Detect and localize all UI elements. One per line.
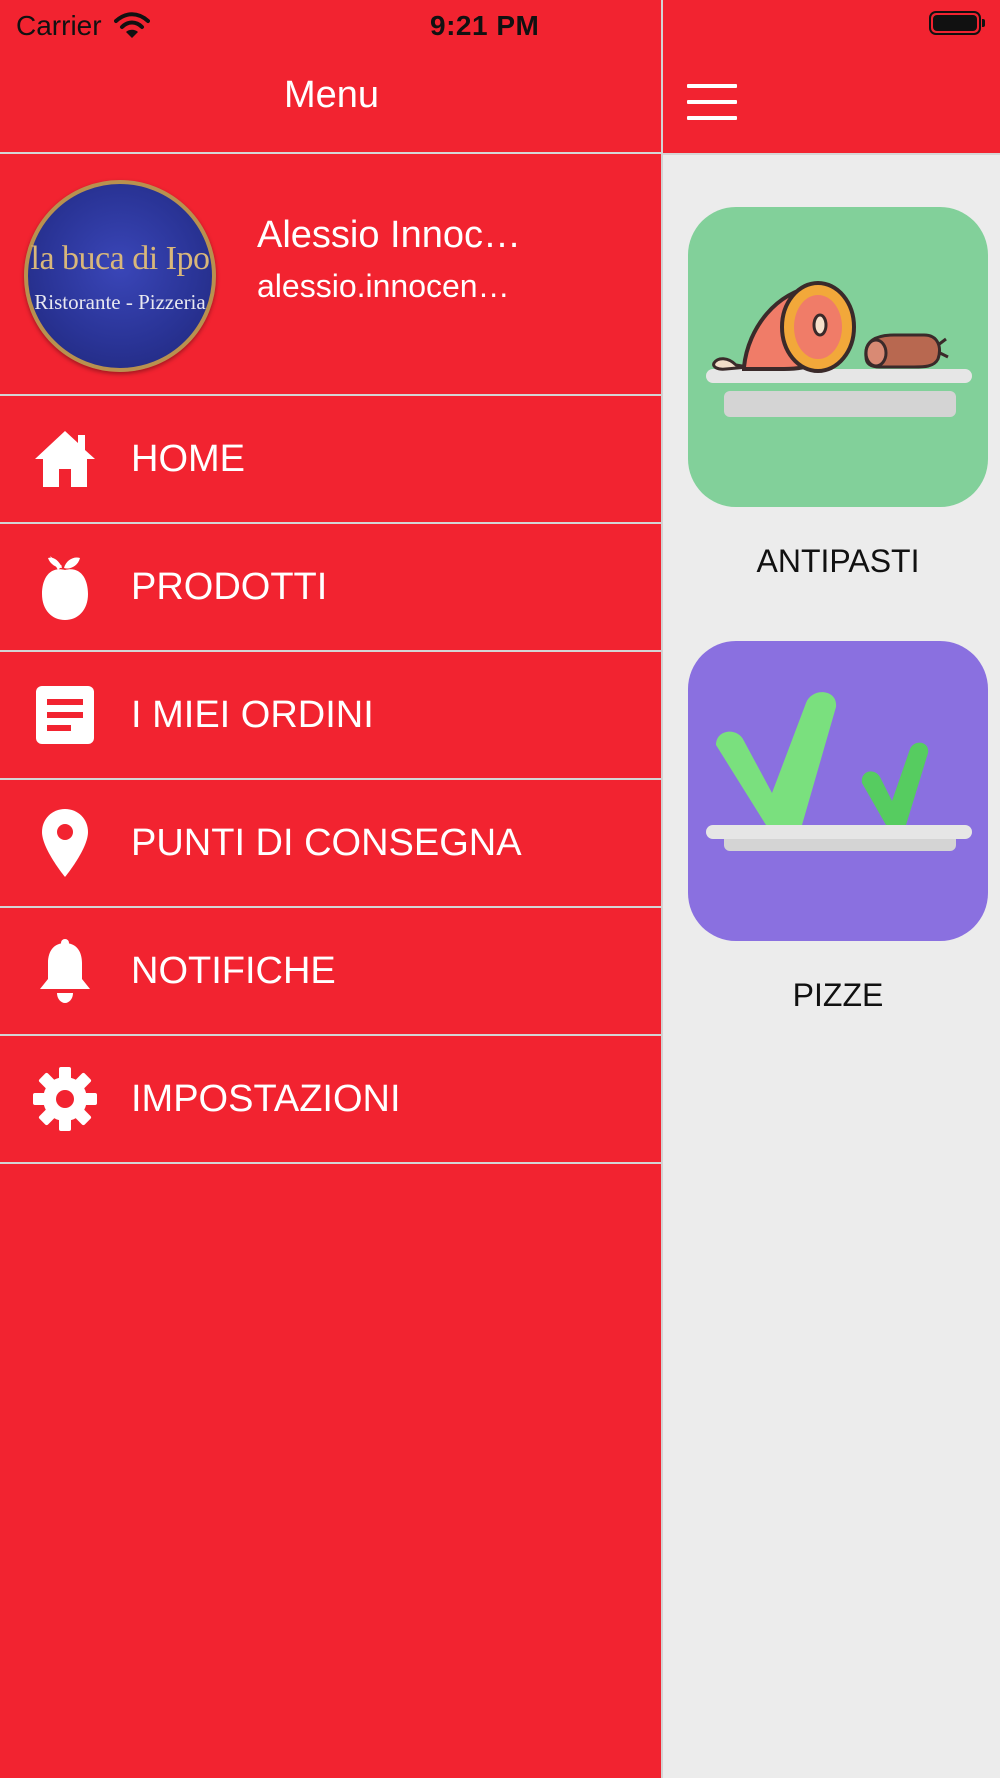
menu-item-home[interactable]: HOME (0, 394, 661, 522)
category-antipasti[interactable]: ANTIPASTI (688, 207, 988, 580)
main-content: ANTIPASTI PIZZE (663, 0, 1000, 1778)
menu-item-label: PUNTI DI CONSEGNA (131, 822, 522, 864)
side-drawer: Carrier 9:21 PM Menu la buca di Ipo Rist… (0, 0, 663, 1778)
menu-item-label: PRODOTTI (131, 566, 328, 608)
menu-item-consegna[interactable]: PUNTI DI CONSEGNA (0, 778, 661, 906)
profile-header[interactable]: la buca di Ipo Ristorante - Pizzeria Ale… (0, 156, 663, 394)
hamburger-icon[interactable] (687, 84, 737, 120)
menu-item-prodotti[interactable]: PRODOTTI (0, 522, 661, 650)
bell-icon (30, 939, 100, 1003)
ham-salami-icon (688, 207, 988, 507)
orders-icon (30, 684, 100, 746)
logo-title: la buca di Ipo (30, 240, 211, 277)
user-email: alessio.innocen… (257, 268, 510, 304)
divider (0, 152, 663, 154)
carrier-label: Carrier (16, 10, 102, 41)
menu-item-label: HOME (131, 438, 245, 480)
home-icon (30, 428, 100, 490)
menu-item-label: NOTIFICHE (131, 950, 336, 992)
logo-subtitle: Ristorante - Pizzeria (34, 290, 206, 314)
user-name: Alessio Innoc… (257, 214, 522, 256)
category-label: ANTIPASTI (756, 543, 920, 579)
location-pin-icon (30, 809, 100, 877)
gear-icon (30, 1067, 100, 1131)
category-pizze[interactable]: PIZZE (688, 641, 988, 1014)
greens-icon (688, 641, 988, 941)
content-header (663, 0, 1000, 155)
category-label: PIZZE (792, 977, 884, 1013)
menu-item-label: I MIEI ORDINI (131, 694, 374, 736)
menu-item-notifiche[interactable]: NOTIFICHE (0, 906, 661, 1034)
drawer-menu: HOME PRODOTTI I MIEI ORDINI PUNTI DI CON… (0, 394, 661, 1164)
fruit-icon (30, 556, 100, 620)
wifi-icon (113, 12, 150, 38)
menu-item-ordini[interactable]: I MIEI ORDINI (0, 650, 661, 778)
menu-item-label: IMPOSTAZIONI (131, 1078, 401, 1120)
avatar: la buca di Ipo Ristorante - Pizzeria (24, 180, 216, 372)
menu-item-impostazioni[interactable]: IMPOSTAZIONI (0, 1034, 661, 1164)
drawer-title: Menu (283, 74, 380, 116)
status-time: 9:21 PM (430, 10, 540, 41)
status-carrier: Carrier (16, 6, 150, 46)
battery-icon (929, 11, 985, 35)
